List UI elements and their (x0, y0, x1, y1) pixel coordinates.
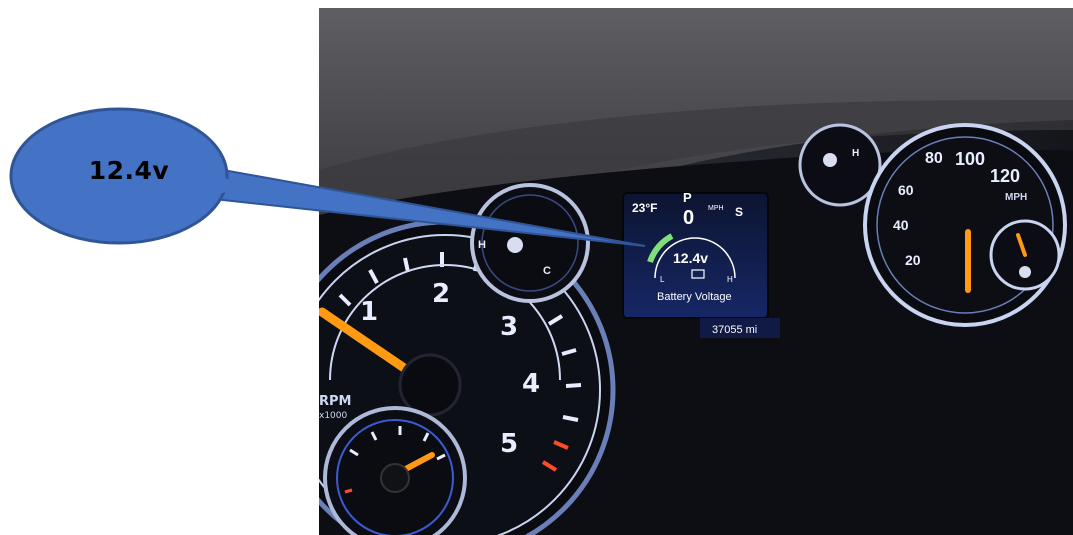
fuel-high-label: H (852, 148, 859, 159)
temperature-gauge: H C (470, 183, 590, 303)
fuel-pump-icon (823, 153, 837, 167)
display-gauge-low: L (660, 275, 665, 284)
scene: 1 2 3 4 5 RPM x1000 H C H 20 40 60 80 10… (9, 8, 1073, 535)
speed-tick-100: 100 (955, 149, 985, 169)
speed-tick-40: 40 (893, 217, 909, 233)
temp-high-label: H (478, 239, 486, 251)
speed-tick-20: 20 (905, 252, 921, 268)
display-title: Battery Voltage (657, 291, 732, 303)
speed-tick-80: 80 (925, 150, 943, 167)
display-gear: P (683, 190, 692, 205)
fuel-gauge: H (798, 123, 882, 207)
voltage-gauge (989, 219, 1061, 291)
callout-label: 12.4v (88, 156, 170, 185)
tach-multiplier: x1000 (319, 411, 348, 421)
oil-gauge (323, 406, 467, 535)
dashboard-photo: 1 2 3 4 5 RPM x1000 H C H 20 40 60 80 10… (319, 8, 1073, 535)
speed-tick-60: 60 (898, 182, 914, 198)
coolant-icon (507, 237, 523, 253)
tach-tick-4: 4 (522, 369, 540, 399)
tach-tick-3: 3 (500, 312, 518, 342)
display-gear-mode: S (735, 205, 743, 219)
display-speed: 0 (683, 207, 694, 229)
speed-tick-120: 120 (990, 166, 1020, 186)
display-speed-unit: MPH (708, 205, 724, 212)
tach-tick-1: 1 (360, 297, 378, 327)
display-gauge-high: H (727, 275, 733, 284)
temp-low-label: C (543, 265, 551, 277)
tach-tick-2: 2 (432, 279, 450, 309)
center-display: 23°F P S 0 MPH 12.4v L H Battery Voltage… (622, 190, 780, 338)
speed-unit: MPH (1005, 192, 1027, 203)
display-odometer: 37055 mi (712, 324, 757, 336)
tach-tick-5: 5 (500, 429, 518, 459)
tach-unit: RPM (319, 394, 351, 409)
display-temperature: 23°F (632, 201, 657, 215)
display-voltage: 12.4v (673, 250, 708, 266)
